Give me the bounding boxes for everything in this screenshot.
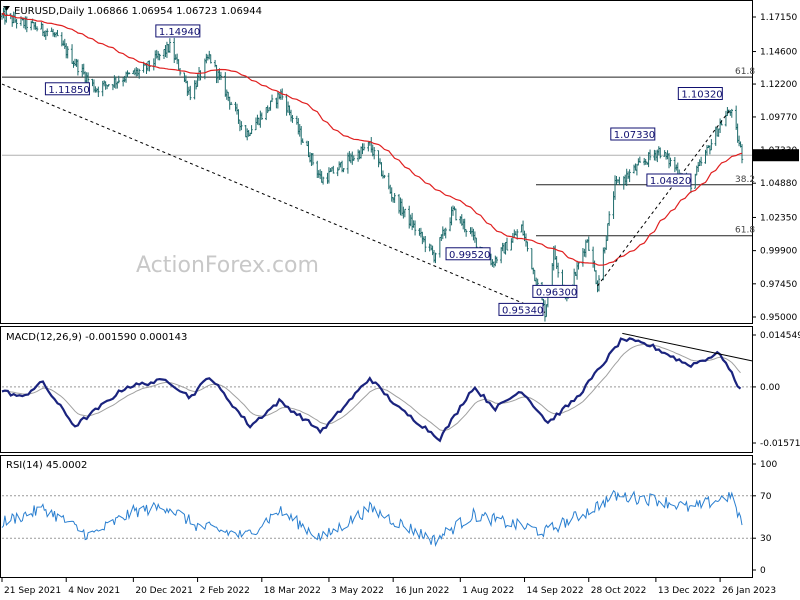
annotation-label: 0.95340	[502, 305, 543, 316]
date-tick-label: 1 Aug 2022	[462, 586, 514, 596]
date-tick-label: 26 Jan 2023	[722, 586, 776, 596]
macd-tick-label: 0.014549	[760, 331, 800, 341]
annotation-label: 1.14940	[159, 27, 200, 38]
rsi-tick-label: 100	[760, 460, 777, 470]
price-tick-label: 0.97450	[760, 280, 797, 290]
date-tick-label: 20 Dec 2021	[135, 586, 193, 596]
price-tick-label: 0.99900	[760, 247, 797, 257]
price-annotation: 1.07330	[610, 127, 656, 141]
macd-label: MACD(12,26,9) -0.001590 0.000143	[6, 332, 187, 343]
price-tick-label: 0.95000	[760, 313, 797, 323]
date-tick-label: 4 Nov 2021	[68, 586, 120, 596]
date-tick-label: 13 Dec 2022	[658, 586, 716, 596]
price-annotation: 0.99520	[445, 247, 491, 261]
annotation-label: 1.10320	[681, 90, 722, 101]
date-tick-label: 18 Mar 2022	[264, 586, 321, 596]
annotation-label: 1.07330	[614, 130, 655, 141]
annotation-label: 0.99520	[449, 250, 490, 261]
price-tick-label: 1.17150	[760, 13, 797, 23]
rsi-panel-frame	[0, 455, 753, 578]
price-annotation: 1.04820	[646, 173, 692, 187]
date-tick-label: 28 Oct 2022	[591, 586, 647, 596]
price-tick-label: 1.02350	[760, 213, 797, 223]
fib-level-label: 61.8	[735, 67, 755, 77]
price-chart: EURUSD,Daily 1.06866 1.06954 1.06723 1.0…	[0, 0, 800, 596]
ohlc-header: 1.06866 1.06954 1.06723 1.06944	[87, 6, 262, 17]
annotation-label: 1.11850	[48, 85, 89, 96]
price-annotation: 0.96300	[532, 284, 578, 298]
price-annotation: 1.10320	[677, 87, 723, 101]
rsi-tick-label: 30	[760, 534, 772, 544]
macd-tick-label: -0.015712	[760, 439, 800, 449]
annotation-label: 0.96300	[536, 287, 577, 298]
date-tick-label: 3 May 2022	[331, 586, 384, 596]
watermark: ActionForex.com	[136, 253, 319, 278]
price-annotation: 1.11850	[44, 82, 90, 96]
fib-level-label: 61.8	[735, 226, 755, 236]
rsi-tick-label: 70	[760, 492, 772, 502]
price-tick-label: 1.09770	[760, 113, 797, 123]
rsi-tick-label: 0	[760, 566, 766, 576]
last-price-label: 1.06944	[758, 152, 795, 162]
macd-tick-label: 0.00	[760, 383, 780, 393]
price-annotation: 1.14940	[155, 24, 201, 38]
date-tick-label: 14 Sep 2022	[527, 586, 584, 596]
date-tick-label: 16 Jun 2022	[395, 586, 449, 596]
chart-symbol: EURUSD,Daily	[14, 6, 85, 17]
price-annotation: 0.95340	[498, 302, 544, 316]
price-tick-label: 1.04880	[760, 179, 797, 189]
date-tick-label: 2 Feb 2022	[200, 586, 250, 596]
chart-root: EURUSD,Daily 1.06866 1.06954 1.06723 1.0…	[0, 0, 800, 600]
rsi-label: RSI(14) 45.0002	[6, 460, 87, 471]
price-tick-label: 1.14600	[760, 48, 797, 58]
date-tick-label: 21 Sep 2021	[4, 586, 61, 596]
price-tick-label: 1.12200	[760, 80, 797, 90]
annotation-label: 1.04820	[650, 176, 691, 187]
